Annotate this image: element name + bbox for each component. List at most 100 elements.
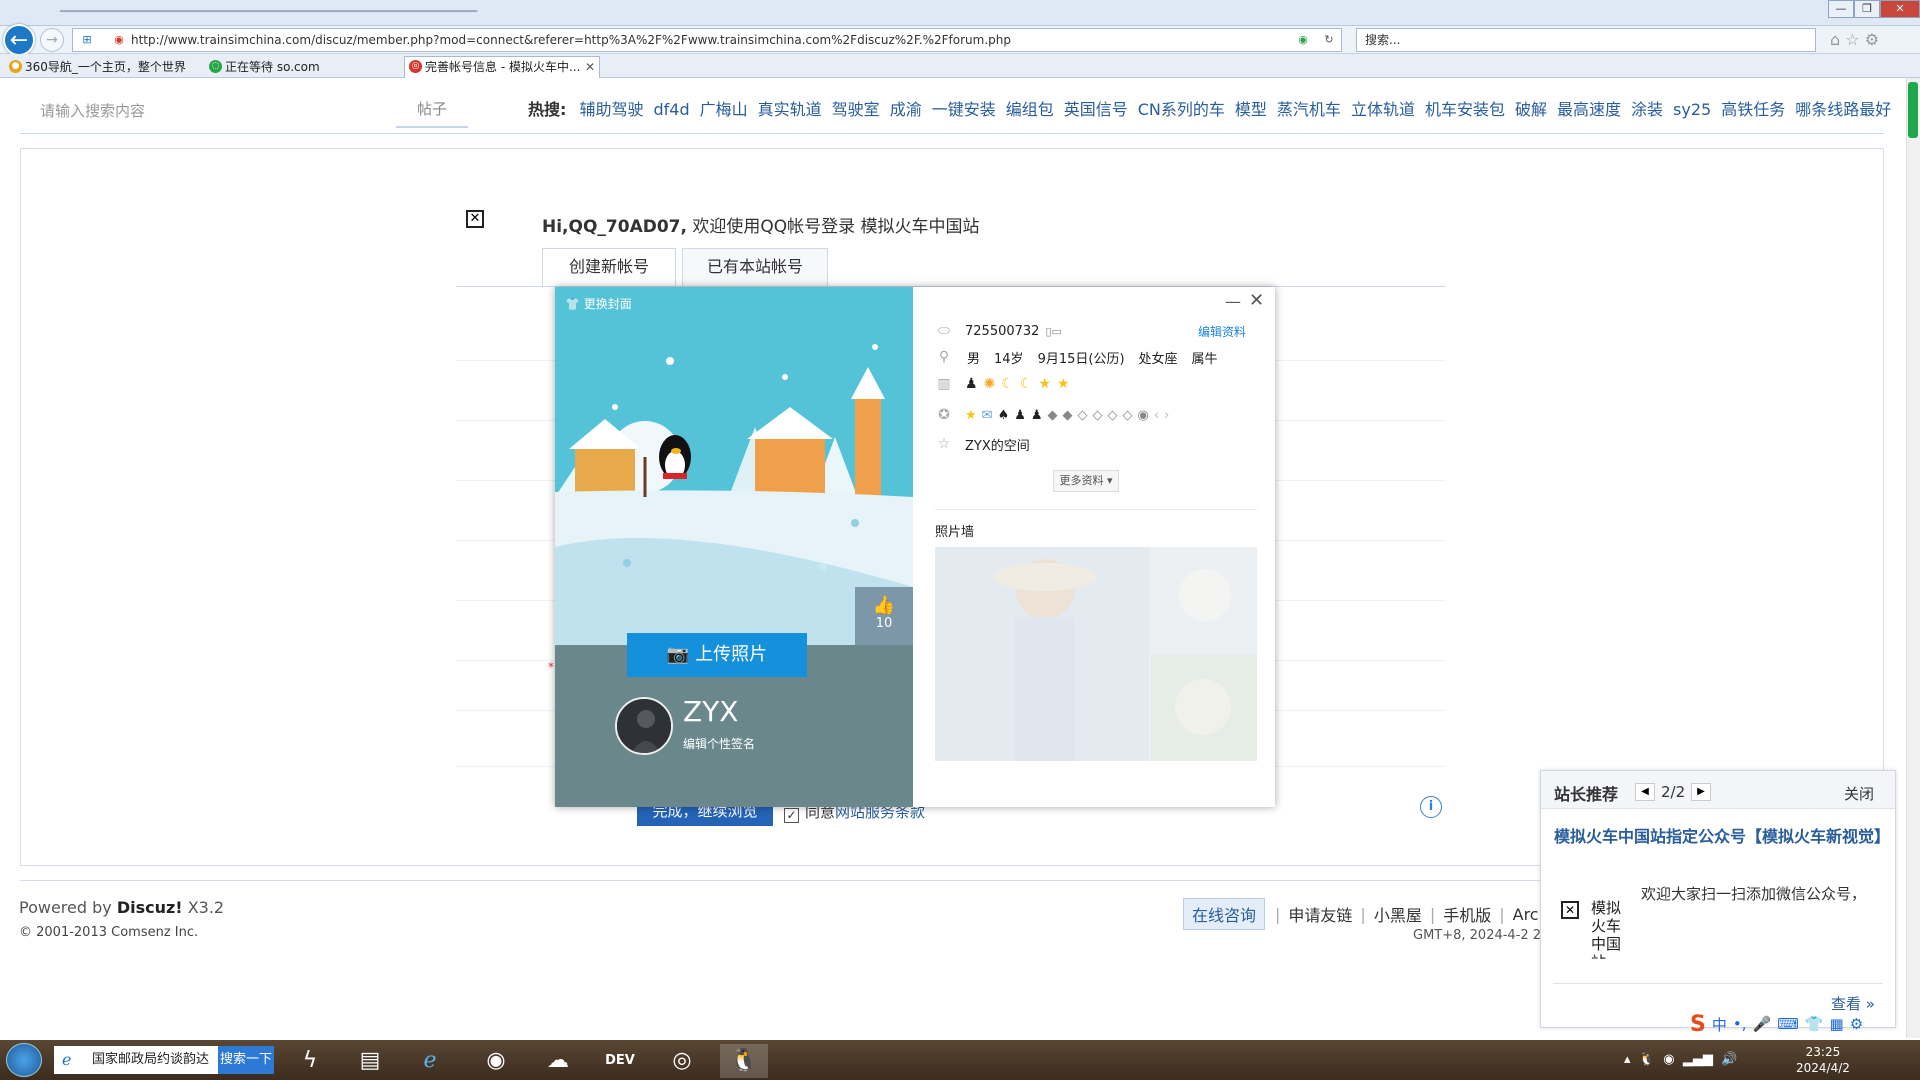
home-icon[interactable]: ⌂ (1830, 30, 1840, 49)
tab-create-account[interactable]: 创建新帐号 (542, 248, 676, 286)
powered-brand[interactable]: Discuz! (117, 898, 183, 917)
taskbar-clock[interactable]: 23:25 2024/4/2 (1796, 1044, 1850, 1076)
back-button[interactable]: ← (3, 24, 35, 56)
hot-search-link[interactable]: 哪条线路最好 (1795, 100, 1891, 119)
dev-cpp-icon[interactable]: DEV (596, 1044, 644, 1078)
chevron-left-icon[interactable]: ‹ (1154, 408, 1159, 423)
start-button[interactable] (6, 1043, 42, 1077)
qq-app-icon[interactable]: 🐧 (720, 1044, 768, 1078)
hot-search-link[interactable]: 英国信号 (1064, 100, 1128, 119)
punctuation-icon[interactable]: •, (1733, 1015, 1747, 1033)
edit-signature-link[interactable]: 编辑个性签名 (683, 735, 755, 752)
recommend-prev-button[interactable]: ◀ (1635, 783, 1655, 801)
close-window-button[interactable]: ✕ (1880, 0, 1920, 18)
page-icon: ⊞ (82, 33, 92, 46)
qzone-row[interactable]: ☆ ZYX的空间 (935, 433, 1030, 455)
sogou-ime-icon[interactable]: S (1690, 1012, 1706, 1037)
penguin-level-icon: ♟ (965, 376, 978, 392)
recommend-headline[interactable]: 模拟火车中国站指定公众号【模拟火车新视觉】 (1554, 826, 1890, 848)
tab-close-icon[interactable]: ✕ (585, 57, 595, 77)
card-close-button[interactable]: ✕ (1249, 290, 1264, 311)
hot-search-link[interactable]: df4d (654, 100, 690, 119)
hot-search-link[interactable]: 涂装 (1631, 100, 1663, 119)
info-icon[interactable]: i (1420, 796, 1442, 818)
hot-search-link[interactable]: 模型 (1235, 100, 1267, 119)
hot-search-link[interactable]: 机车安装包 (1425, 100, 1505, 119)
security-tray-icon[interactable]: ◉ (1663, 1052, 1674, 1067)
keyboard-icon[interactable]: ⌨ (1777, 1015, 1799, 1033)
recommend-description: 欢迎大家扫一扫添加微信公众号， (1641, 885, 1867, 903)
tab-existing-account[interactable]: 已有本站帐号 (682, 248, 828, 286)
footer-link-blackroom[interactable]: 小黑屋 (1374, 902, 1422, 926)
qzone-link[interactable]: ZYX的空间 (965, 435, 1030, 454)
microphone-icon[interactable]: 🎤 (1753, 1015, 1772, 1033)
browser-search-input[interactable]: 搜索... (1356, 28, 1816, 52)
forward-button[interactable]: → (40, 28, 64, 52)
search-type-tab[interactable]: 帖子 (396, 94, 468, 128)
hot-search-link[interactable]: CN系列的车 (1138, 100, 1225, 119)
site-favicon-icon: ◎ (409, 60, 422, 73)
restore-window-button[interactable]: ❐ (1854, 0, 1880, 18)
refresh-icon[interactable]: ↻ (1321, 32, 1337, 48)
gender: 男 (967, 351, 981, 367)
more-info-button[interactable]: 更多资料 ▾ (1053, 470, 1119, 492)
toolbox-icon[interactable]: ▦ (1830, 1015, 1844, 1033)
site-search-input[interactable]: 请输入搜索内容 (40, 100, 390, 124)
hot-search-link[interactable]: 真实轨道 (758, 100, 822, 119)
page-scrollbar[interactable] (1906, 78, 1920, 1038)
file-explorer-icon[interactable]: ▤ (346, 1044, 394, 1078)
cloud-app-icon[interactable]: ☁ (534, 1044, 582, 1078)
footer-link-archiver[interactable]: Arc (1513, 905, 1539, 924)
agree-checkbox[interactable]: ✓ (784, 808, 799, 823)
settings-icon[interactable]: ⚙ (1865, 30, 1879, 49)
network-tray-icon[interactable]: ▂▄▆ (1683, 1052, 1713, 1067)
ie-search-icon: ℯ (62, 1050, 72, 1069)
tray-expand-icon[interactable]: ▴ (1624, 1052, 1631, 1067)
taskbar-search-input[interactable]: ℯ 国家邮政局约谈韵达 (54, 1046, 220, 1074)
hot-search-link[interactable]: 编组包 (1006, 100, 1054, 119)
hot-search-link[interactable]: sy25 (1673, 100, 1711, 119)
ie-browser-icon[interactable]: ℯ (406, 1044, 454, 1078)
recommend-close-button[interactable]: 关闭 (1844, 783, 1874, 804)
footer-link-friend[interactable]: 申请友链 (1288, 902, 1352, 926)
chevron-right-icon[interactable]: › (1164, 408, 1169, 423)
recommend-page: 2/2 (1661, 783, 1686, 801)
flash-app-icon[interactable]: ϟ (286, 1044, 334, 1078)
volume-tray-icon[interactable]: 🔊 (1721, 1052, 1737, 1067)
tab-360-nav[interactable]: ● 360导航_一个主页，整个世界 (4, 56, 200, 78)
divider (20, 133, 1884, 134)
qq-browser-icon[interactable]: ◉ (472, 1044, 520, 1078)
skin-icon[interactable]: 👕 (1805, 1015, 1824, 1033)
ime-settings-icon[interactable]: ⚙ (1850, 1015, 1863, 1033)
hot-search-link[interactable]: 立体轨道 (1351, 100, 1415, 119)
360-browser-icon[interactable]: ◎ (658, 1044, 706, 1078)
taskbar-search-button[interactable]: 搜索一下 (218, 1046, 274, 1074)
hot-search-link[interactable]: 蒸汽机车 (1277, 100, 1341, 119)
tab-so-com[interactable]: ◌ 正在等待 so.com (204, 56, 400, 78)
upload-photo-button[interactable]: 📷 上传照片 (627, 633, 807, 677)
hot-search-link[interactable]: 破解 (1515, 100, 1547, 119)
tab-account-info[interactable]: ◎ 完善帐号信息 - 模拟火车中... ✕ (404, 56, 600, 78)
scrollbar-thumb[interactable] (1908, 82, 1918, 138)
like-button[interactable]: 👍 10 (855, 587, 913, 645)
qq-tray-icon[interactable]: 🐧 (1639, 1052, 1655, 1067)
minimize-window-button[interactable]: — (1828, 0, 1854, 18)
edit-profile-link[interactable]: 编辑资料 (1198, 323, 1246, 340)
hot-search-link[interactable]: 驾驶室 (832, 100, 880, 119)
hot-search-link[interactable]: 最高速度 (1557, 100, 1621, 119)
ime-language-toggle[interactable]: 中 (1712, 1014, 1727, 1035)
hot-search-link[interactable]: 高铁任务 (1721, 100, 1785, 119)
online-consult-button[interactable]: 在线咨询 (1183, 898, 1266, 930)
recommend-next-button[interactable]: ▶ (1691, 783, 1711, 801)
avatar[interactable] (615, 697, 673, 755)
camera-icon: 📷 (666, 644, 690, 665)
favorites-icon[interactable]: ☆ (1845, 30, 1859, 49)
address-bar[interactable]: ⊞ ◉ http://www.trainsimchina.com/discuz/… (72, 28, 1342, 52)
card-minimize-button[interactable]: — (1225, 292, 1241, 311)
footer-link-mobile[interactable]: 手机版 (1443, 902, 1491, 926)
hot-search-link[interactable]: 一键安装 (932, 100, 996, 119)
change-cover-button[interactable]: 👕 更换封面 (565, 295, 632, 312)
hot-search-link[interactable]: 辅助驾驶 (580, 100, 644, 119)
hot-search-link[interactable]: 广梅山 (700, 100, 748, 119)
hot-search-link[interactable]: 成渝 (890, 100, 922, 119)
